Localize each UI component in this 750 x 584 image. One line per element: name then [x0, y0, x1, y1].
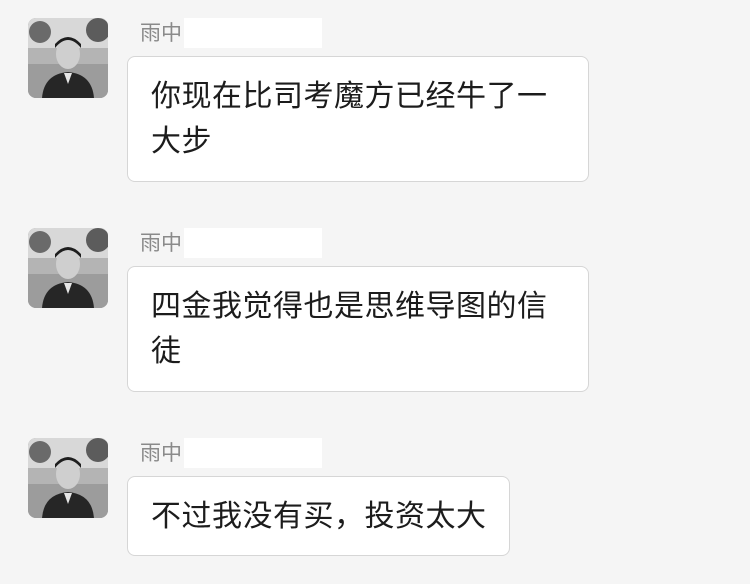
- sender-row: 雨中: [140, 18, 322, 48]
- sender-name: 雨中: [140, 231, 182, 255]
- sender-row: 雨中: [140, 438, 322, 468]
- avatar[interactable]: [28, 438, 108, 518]
- sender-name-redaction: [184, 228, 322, 258]
- chat-message-list: 雨中 你现在比司考魔方已经牛了一大步 雨中 四金我觉得也是思维导图的信徒 雨中 …: [0, 0, 750, 584]
- avatar[interactable]: [28, 228, 108, 308]
- sender-name-redaction: [184, 438, 322, 468]
- sender-name: 雨中: [140, 441, 182, 465]
- message-bubble[interactable]: 不过我没有买，投资太大: [127, 476, 510, 556]
- message-bubble[interactable]: 四金我觉得也是思维导图的信徒: [127, 266, 589, 392]
- sender-name-redaction: [184, 18, 322, 48]
- message-bubble[interactable]: 你现在比司考魔方已经牛了一大步: [127, 56, 589, 182]
- sender-name: 雨中: [140, 21, 182, 45]
- avatar-photo-icon: [28, 18, 108, 98]
- avatar-photo-icon: [28, 438, 108, 518]
- sender-row: 雨中: [140, 228, 322, 258]
- avatar-photo-icon: [28, 228, 108, 308]
- avatar[interactable]: [28, 18, 108, 98]
